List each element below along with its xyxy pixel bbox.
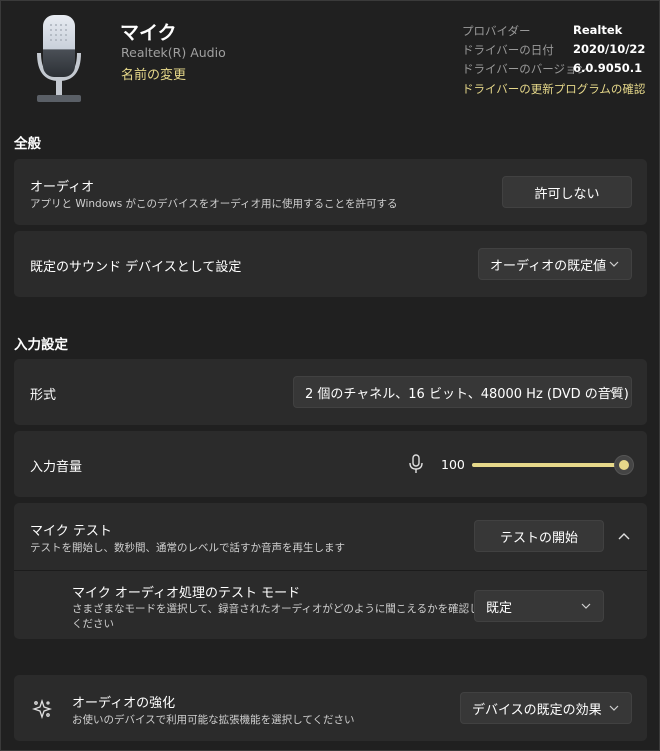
volume-slider[interactable] — [472, 455, 634, 475]
enhancements-dropdown[interactable]: デバイスの既定の効果 — [460, 692, 632, 724]
format-dropdown[interactable]: 2 個のチャネル、16 ビット、48000 Hz (DVD の音質) — [293, 376, 632, 408]
enhancements-title: オーディオの強化 — [72, 696, 176, 711]
chevron-down-icon — [581, 603, 591, 609]
driver-update-link[interactable]: ドライバーの更新プログラムの確認 — [462, 81, 645, 97]
mic-test-description: テストを開始し、数秒間、通常のレベルで話すか音声を再生します — [30, 542, 345, 554]
enhancements-card: オーディオの強化 お使いのデバイスで利用可能な拡張機能を選択してください デバイ… — [14, 675, 647, 741]
input-settings-section-title: 入力設定 — [14, 337, 68, 353]
general-section-title: 全般 — [14, 136, 41, 152]
provider-label: プロバイダー — [462, 24, 531, 38]
volume-value: 100 — [441, 457, 465, 472]
audio-description: アプリと Windows がこのデバイスをオーディオ用に使用することを許可する — [30, 198, 398, 210]
audio-card: オーディオ アプリと Windows がこのデバイスをオーディオ用に使用すること… — [14, 159, 647, 225]
driver-version-label: ドライバーのバージョン — [462, 62, 589, 76]
disallow-audio-button[interactable]: 許可しない — [502, 176, 632, 208]
chevron-down-icon — [609, 389, 619, 395]
sparkle-icon — [31, 698, 53, 720]
chevron-down-icon — [609, 261, 619, 267]
chevron-down-icon — [609, 705, 619, 711]
format-selected: 2 個のチャネル、16 ビット、48000 Hz (DVD の音質) — [305, 386, 629, 402]
test-mode-selected: 既定 — [486, 600, 513, 616]
microphone-device-icon — [29, 13, 89, 105]
test-mode-title: マイク オーディオ処理のテスト モード — [72, 586, 301, 601]
default-device-dropdown[interactable]: オーディオの既定値 — [478, 248, 632, 280]
rename-link[interactable]: 名前の変更 — [121, 64, 186, 83]
audio-title: オーディオ — [30, 180, 95, 195]
mic-test-title: マイク テスト — [30, 524, 112, 539]
volume-slider-fill — [472, 463, 624, 467]
driver-date-label: ドライバーの日付 — [462, 43, 554, 57]
divider — [14, 570, 647, 571]
volume-title: 入力音量 — [30, 460, 83, 475]
enhancements-selected: デバイスの既定の効果 — [472, 702, 602, 718]
driver-version-value: 6.0.9050.1 — [573, 61, 643, 75]
provider-value: Realtek — [573, 23, 623, 37]
test-mode-description-line1: さまざまなモードを選択して、録音されたオーディオがどのように聞こえるかを確認して — [72, 603, 490, 615]
test-mode-description-line2: ください — [72, 618, 114, 630]
format-card: 形式 2 個のチャネル、16 ビット、48000 Hz (DVD の音質) — [14, 359, 647, 425]
test-mode-dropdown[interactable]: 既定 — [474, 590, 604, 622]
default-device-card: 既定のサウンド デバイスとして設定 オーディオの既定値 — [14, 231, 647, 297]
driver-date-value: 2020/10/22 — [573, 42, 646, 56]
microphone-icon[interactable] — [408, 454, 424, 474]
volume-slider-thumb[interactable] — [614, 455, 634, 475]
mic-test-card: マイク テスト テストを開始し、数秒間、通常のレベルで話すか音声を再生します テ… — [14, 503, 647, 639]
device-subtitle: Realtek(R) Audio — [121, 45, 226, 60]
default-device-title: 既定のサウンド デバイスとして設定 — [30, 260, 242, 275]
format-title: 形式 — [30, 388, 57, 403]
default-device-selected: オーディオの既定値 — [490, 258, 607, 274]
chevron-up-icon[interactable] — [617, 529, 631, 543]
device-title: マイク — [120, 22, 177, 44]
enhancements-description: お使いのデバイスで利用可能な拡張機能を選択してください — [72, 714, 355, 726]
start-test-button[interactable]: テストの開始 — [474, 520, 604, 552]
